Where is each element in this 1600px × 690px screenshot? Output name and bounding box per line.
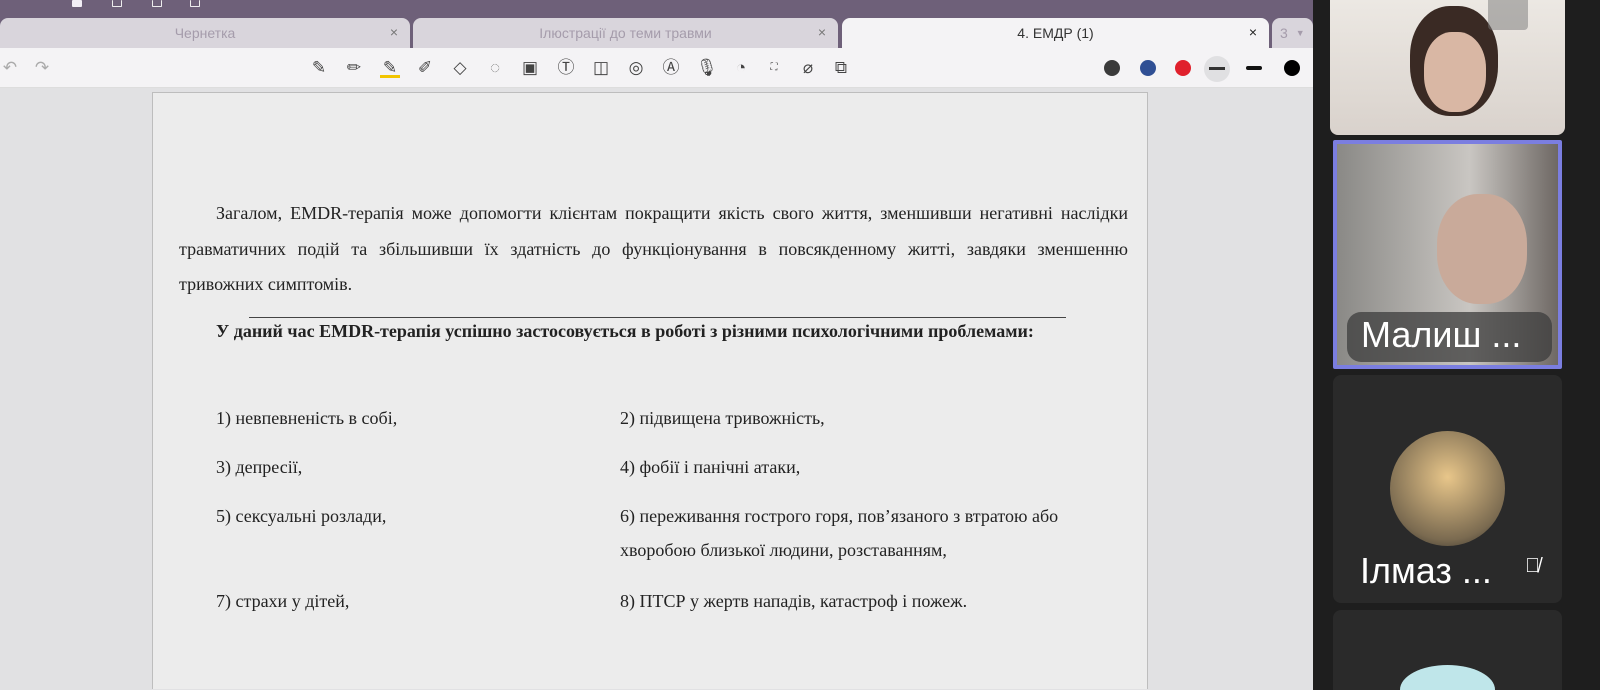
list-item: 4) фобії і панічні атаки, <box>620 457 801 477</box>
avatar <box>1390 431 1505 546</box>
share-icon[interactable] <box>152 0 162 7</box>
tab-label: 4. ЕМДР (1) <box>1017 25 1094 41</box>
stroke-size-medium[interactable] <box>1246 66 1262 70</box>
export-icon[interactable] <box>190 0 200 7</box>
microphone-icon[interactable]: 🎙 <box>696 58 718 78</box>
tape-icon[interactable]: ◎ <box>626 58 646 78</box>
lasso-icon[interactable]: ◌ <box>485 58 505 78</box>
participant-tile[interactable] <box>1333 610 1562 690</box>
avatar <box>1400 665 1495 690</box>
participant-video-tile[interactable] <box>1330 0 1565 135</box>
tab-illustrations[interactable]: Ілюстрації до теми травми × <box>413 18 838 48</box>
list-item: 3) депресії, <box>216 457 303 477</box>
tab-label: Ілюстрації до теми травми <box>539 25 712 41</box>
participant-name: Малиш ... <box>1361 314 1522 355</box>
color-swatch-red[interactable] <box>1175 60 1191 76</box>
image-icon[interactable]: ▣ <box>520 58 540 78</box>
pen-icon[interactable]: ✎ <box>309 58 329 78</box>
chevron-down-icon: ▼ <box>1295 28 1305 38</box>
bookmark-icon[interactable] <box>112 0 122 7</box>
document-page: Загалом, EMDR-терапія може допомогти клі… <box>152 92 1148 689</box>
shape-icon[interactable]: ◫ <box>591 58 611 78</box>
participants-panel: Малиш ... Ілмаз ... 🎙̸ <box>1313 0 1600 690</box>
close-icon[interactable]: × <box>390 24 398 40</box>
tab-label: Чернетка <box>174 25 236 41</box>
text-recognition-icon[interactable]: Ⓐ <box>661 58 681 78</box>
color-swatch-gray[interactable] <box>1104 60 1120 76</box>
pencil-icon[interactable]: ✏ <box>344 58 364 78</box>
marker-icon[interactable]: ✐ <box>415 58 435 78</box>
highlighter-icon[interactable]: ✎ <box>380 58 400 78</box>
mic-off-icon: 🎙̸ <box>1525 555 1540 577</box>
drawing-toolbar: ↶ ↷ ✎ ✏ ✎ ✐ ◇ ◌ ▣ Ⓣ ◫ ◎ Ⓐ 🎙 ◔ ⛶ ⌀ ⧉ <box>0 48 1313 88</box>
list-item: 5) сексуальні розлади, <box>216 506 387 526</box>
color-swatch-blue[interactable] <box>1140 60 1156 76</box>
close-icon[interactable]: × <box>1249 24 1257 40</box>
text-icon[interactable]: Ⓣ <box>556 58 576 78</box>
stroke-size-selected[interactable] <box>1204 56 1230 82</box>
list-item: 7) страхи у дітей, <box>216 591 350 611</box>
grid-icon[interactable] <box>72 0 82 7</box>
participant-tile[interactable]: Ілмаз ... 🎙̸ <box>1333 375 1562 603</box>
translate-icon[interactable]: ⧉ <box>831 58 851 78</box>
paragraph-bold: У даний час EMDR-терапія успішно застосо… <box>216 321 1034 341</box>
tab-count: 3 <box>1280 25 1288 41</box>
sticker-icon[interactable]: ◔ <box>731 58 751 78</box>
eraser-icon[interactable]: ◇ <box>450 58 470 78</box>
tab-overflow[interactable]: 3 ▼ <box>1272 18 1313 48</box>
paragraph: Загалом, EMDR-терапія може допомогти клі… <box>179 203 1128 294</box>
tab-bar: Чернетка × Ілюстрації до теми травми × 4. … <box>0 16 1313 48</box>
close-icon[interactable]: × <box>818 24 826 40</box>
laser-icon[interactable]: ⌀ <box>798 58 818 78</box>
participant-video <box>1437 194 1527 304</box>
tab-emdr[interactable]: 4. ЕМДР (1) × <box>842 18 1269 48</box>
undo-icon[interactable]: ↶ <box>0 58 20 78</box>
list-item: 2) підвищена тривожність, <box>620 408 825 428</box>
app-top-bar <box>0 0 1313 16</box>
list-item: 1) невпевненість в собі, <box>216 408 398 428</box>
switch-camera-icon[interactable] <box>1488 0 1528 30</box>
ocr-icon[interactable]: ⛶ <box>764 58 784 78</box>
list-item: 8) ПТСР у жертв нападів, катастроф і пож… <box>620 591 968 611</box>
participant-video-tile-active-speaker[interactable]: Малиш ... <box>1333 140 1562 369</box>
participant-name: Ілмаз ... <box>1360 550 1492 591</box>
list-item: 6) переживання гострого горя, пов’язаног… <box>620 506 1059 560</box>
tab-draft[interactable]: Чернетка × <box>0 18 410 48</box>
stroke-size-large[interactable] <box>1284 60 1300 76</box>
redo-icon[interactable]: ↷ <box>32 58 52 78</box>
